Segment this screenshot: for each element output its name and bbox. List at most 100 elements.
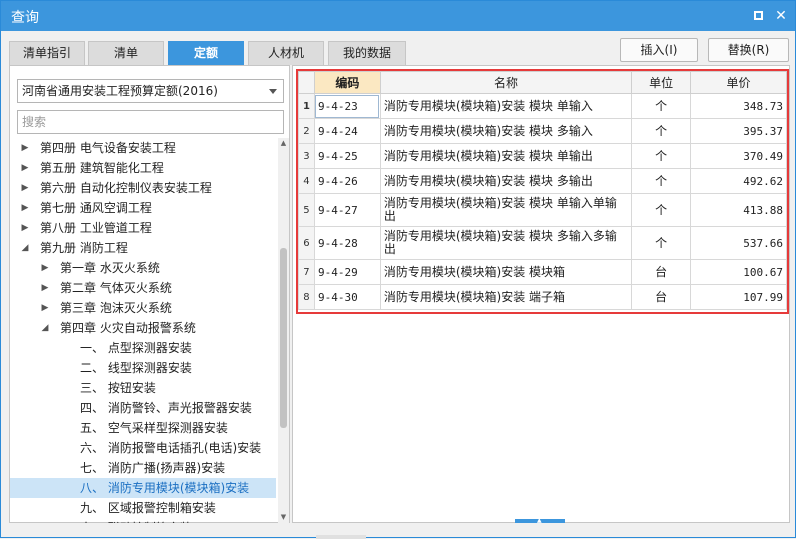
close-icon[interactable]: ✕: [771, 6, 791, 26]
table-row[interactable]: 6 9-4-28 消防专用模块(模块箱)安装 模块 多输入多输出个 537.66: [298, 226, 787, 260]
table-row[interactable]: 4 9-4-26 消防专用模块(模块箱)安装 模块 多输出个 492.62: [298, 168, 787, 194]
cell-unit[interactable]: 个: [631, 168, 692, 194]
cell-code[interactable]: 9-4-28: [313, 226, 381, 260]
cell-price[interactable]: 100.67: [690, 259, 787, 285]
tree-item[interactable]: 二、 线型探测器安装: [10, 358, 276, 378]
cell-code[interactable]: 9-4-30: [313, 284, 381, 310]
table-row[interactable]: 8 9-4-30 消防专用模块(模块箱)安装 端子箱台 107.99: [298, 284, 787, 310]
table-row[interactable]: 3 9-4-25 消防专用模块(模块箱)安装 模块 单输出个 370.49: [298, 143, 787, 169]
row-number[interactable]: 1: [298, 93, 315, 119]
cell-name[interactable]: 消防专用模块(模块箱)安装 模块箱: [379, 259, 633, 285]
cell-price[interactable]: 537.66: [690, 226, 787, 260]
row-number[interactable]: 2: [298, 118, 315, 144]
tree-item[interactable]: ▶ 第七册 通风空调工程: [10, 198, 276, 218]
scrollbar-thumb[interactable]: [280, 248, 287, 428]
tree-item[interactable]: ◢ 第四章 火灾自动报警系统: [10, 318, 276, 338]
cell-code[interactable]: 9-4-23: [313, 93, 381, 119]
tree-item[interactable]: ▶ 第一章 水灭火系统: [10, 258, 276, 278]
tab-quota[interactable]: 定额: [168, 41, 244, 65]
tree-item[interactable]: ▶ 第三章 泡沫灭火系统: [10, 298, 276, 318]
tree-item[interactable]: 六、 消防报警电话插孔(电话)安装: [10, 438, 276, 458]
tree-item[interactable]: 九、 区域报警控制箱安装: [10, 498, 276, 518]
cell-name[interactable]: 消防专用模块(模块箱)安装 模块 单输入: [379, 93, 633, 119]
tree-item[interactable]: 七、 消防广播(扬声器)安装: [10, 458, 276, 478]
tab-labor-material-machine[interactable]: 人材机: [248, 41, 324, 65]
cell-price[interactable]: 395.37: [690, 118, 787, 144]
tree-collapsed-icon[interactable]: ▶: [20, 158, 30, 178]
cell-price[interactable]: 348.73: [690, 93, 787, 119]
tree-item[interactable]: ▶ 第五册 建筑智能化工程: [10, 158, 276, 178]
cell-unit[interactable]: 个: [631, 193, 692, 227]
tree-item[interactable]: ◢ 第九册 消防工程: [10, 238, 276, 258]
tree-item[interactable]: 三、 按钮安装: [10, 378, 276, 398]
tree-collapsed-icon[interactable]: ▶: [40, 278, 50, 298]
replace-button[interactable]: 替换(R): [708, 38, 789, 62]
cell-price[interactable]: 492.62: [690, 168, 787, 194]
cell-name[interactable]: 消防专用模块(模块箱)安装 模块 多输出: [379, 168, 633, 194]
scroll-up-icon[interactable]: ▲: [278, 138, 289, 149]
column-header-price[interactable]: 单价: [690, 71, 787, 94]
tree-collapsed-icon[interactable]: ▶: [20, 178, 30, 198]
row-number[interactable]: 8: [298, 284, 315, 310]
cell-code[interactable]: 9-4-24: [313, 118, 381, 144]
tree-item[interactable]: 十、 联动控制箱安装: [10, 518, 276, 523]
cell-name[interactable]: 消防专用模块(模块箱)安装 模块 多输入多输出: [379, 226, 633, 260]
cell-name[interactable]: 消防专用模块(模块箱)安装 模块 单输入单输出: [379, 193, 633, 227]
scroll-down-icon[interactable]: ▼: [278, 512, 289, 523]
column-header-name[interactable]: 名称: [379, 71, 633, 94]
table-row[interactable]: 2 9-4-24 消防专用模块(模块箱)安装 模块 多输入个 395.37: [298, 118, 787, 144]
cell-unit[interactable]: 个: [631, 118, 692, 144]
splitter-handle[interactable]: ▲: [515, 517, 565, 524]
cell-name[interactable]: 消防专用模块(模块箱)安装 模块 多输入: [379, 118, 633, 144]
cell-price[interactable]: 370.49: [690, 143, 787, 169]
row-number[interactable]: 7: [298, 259, 315, 285]
cell-unit[interactable]: 台: [631, 284, 692, 310]
tree-expanded-icon[interactable]: ◢: [20, 238, 30, 258]
tree-item[interactable]: ▶ 第二章 气体灭火系统: [10, 278, 276, 298]
row-number[interactable]: 3: [298, 143, 315, 169]
cell-code[interactable]: 9-4-26: [313, 168, 381, 194]
tree-scrollbar[interactable]: ▲ ▼: [278, 138, 289, 523]
tree-item[interactable]: 八、 消防专用模块(模块箱)安装: [10, 478, 276, 498]
table-row[interactable]: 7 9-4-29 消防专用模块(模块箱)安装 模块箱台 100.67: [298, 259, 787, 285]
tree-item[interactable]: 五、 空气采样型探测器安装: [10, 418, 276, 438]
tree-item[interactable]: ▶ 第六册 自动化控制仪表安装工程: [10, 178, 276, 198]
column-header-code[interactable]: 编码: [313, 71, 381, 94]
tree-collapsed-icon[interactable]: ▶: [40, 258, 50, 278]
tree-collapsed-icon[interactable]: ▶: [20, 218, 30, 238]
cell-name[interactable]: 消防专用模块(模块箱)安装 端子箱: [379, 284, 633, 310]
tree-item[interactable]: ▶ 第八册 工业管道工程: [10, 218, 276, 238]
cell-unit[interactable]: 个: [631, 93, 692, 119]
tree-collapsed-icon[interactable]: ▶: [20, 198, 30, 218]
cell-unit[interactable]: 台: [631, 259, 692, 285]
cell-price[interactable]: 107.99: [690, 284, 787, 310]
column-header-unit[interactable]: 单位: [631, 71, 692, 94]
row-number[interactable]: 5: [298, 193, 315, 227]
tree-item[interactable]: 一、 点型探测器安装: [10, 338, 276, 358]
tree-item[interactable]: ▶ 第四册 电气设备安装工程: [10, 138, 276, 158]
restore-icon[interactable]: [749, 6, 769, 26]
tab-bill-guide[interactable]: 清单指引: [9, 41, 85, 65]
quota-library-select[interactable]: 河南省通用安装工程预算定额(2016): [17, 79, 284, 103]
row-number[interactable]: 4: [298, 168, 315, 194]
table-row[interactable]: 5 9-4-27 消防专用模块(模块箱)安装 模块 单输入单输出个 413.88: [298, 193, 787, 227]
insert-button[interactable]: 插入(I): [620, 38, 698, 62]
tree-collapsed-icon[interactable]: ▶: [40, 298, 50, 318]
cell-unit[interactable]: 个: [631, 226, 692, 260]
tree-item[interactable]: 四、 消防警铃、声光报警器安装: [10, 398, 276, 418]
cell-name[interactable]: 消防专用模块(模块箱)安装 模块 单输出: [379, 143, 633, 169]
title-bar[interactable]: 查询 ✕: [1, 1, 795, 31]
cell-code[interactable]: 9-4-25: [313, 143, 381, 169]
table-row[interactable]: 1 9-4-23 消防专用模块(模块箱)安装 模块 单输入个 348.73: [298, 93, 787, 119]
tab-bill[interactable]: 清单: [88, 41, 164, 65]
search-input[interactable]: [17, 110, 284, 134]
cell-price[interactable]: 413.88: [690, 193, 787, 227]
cell-unit[interactable]: 个: [631, 143, 692, 169]
tree-collapsed-icon[interactable]: ▶: [20, 138, 30, 158]
tree-expanded-icon[interactable]: ◢: [40, 318, 50, 338]
cell-code[interactable]: 9-4-27: [313, 193, 381, 227]
tab-my-data[interactable]: 我的数据: [328, 41, 406, 65]
cell-code[interactable]: 9-4-29: [313, 259, 381, 285]
row-number[interactable]: 6: [298, 226, 315, 260]
left-panel: 河南省通用安装工程预算定额(2016) ▶ 第四册 电气设备安装工程 ▶ 第五册 建筑…: [9, 65, 290, 523]
